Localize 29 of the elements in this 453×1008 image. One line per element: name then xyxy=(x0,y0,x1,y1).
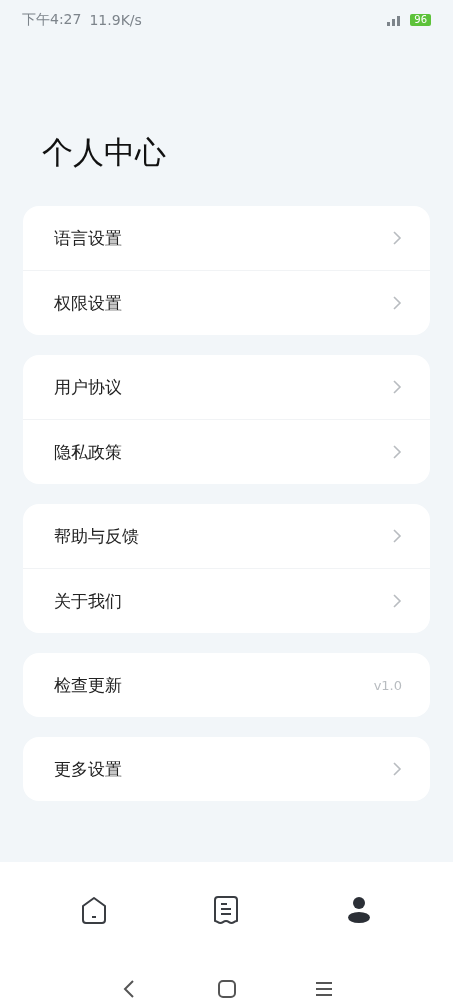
network-speed: 11.9K/s xyxy=(89,12,142,28)
battery-level: 96 xyxy=(410,14,431,26)
item-label: 用户协议 xyxy=(54,375,122,399)
version-text: v1.0 xyxy=(373,677,402,693)
item-label: 关于我们 xyxy=(54,589,122,613)
chevron-right-icon xyxy=(392,593,402,609)
settings-item[interactable]: 检查更新 v1.0 xyxy=(23,653,430,717)
chevron-right-icon xyxy=(392,230,402,246)
item-label: 隐私政策 xyxy=(54,440,122,464)
chevron-right-icon xyxy=(392,379,402,395)
settings-item[interactable]: 关于我们 xyxy=(23,568,430,633)
settings-item[interactable]: 权限设置 xyxy=(23,270,430,335)
page-title: 个人中心 xyxy=(42,133,167,172)
item-label: 权限设置 xyxy=(54,291,122,315)
settings-item[interactable]: 语言设置 xyxy=(23,206,430,270)
chevron-right-icon xyxy=(392,761,402,777)
item-label: 检查更新 xyxy=(54,673,122,697)
home-button-icon[interactable] xyxy=(215,978,238,1000)
settings-item[interactable]: 用户协议 xyxy=(23,355,430,419)
item-label: 帮助与反馈 xyxy=(54,524,139,548)
chevron-right-icon xyxy=(392,295,402,311)
settings-item[interactable]: 隐私政策 xyxy=(23,419,430,484)
status-time: 下午4:27 xyxy=(22,11,82,29)
item-label: 更多设置 xyxy=(54,757,122,781)
settings-item[interactable]: 更多设置 xyxy=(23,737,430,801)
chevron-right-icon xyxy=(392,528,402,544)
chevron-right-icon xyxy=(392,444,402,460)
settings-item[interactable]: 帮助与反馈 xyxy=(23,504,430,568)
item-label: 语言设置 xyxy=(54,226,122,250)
